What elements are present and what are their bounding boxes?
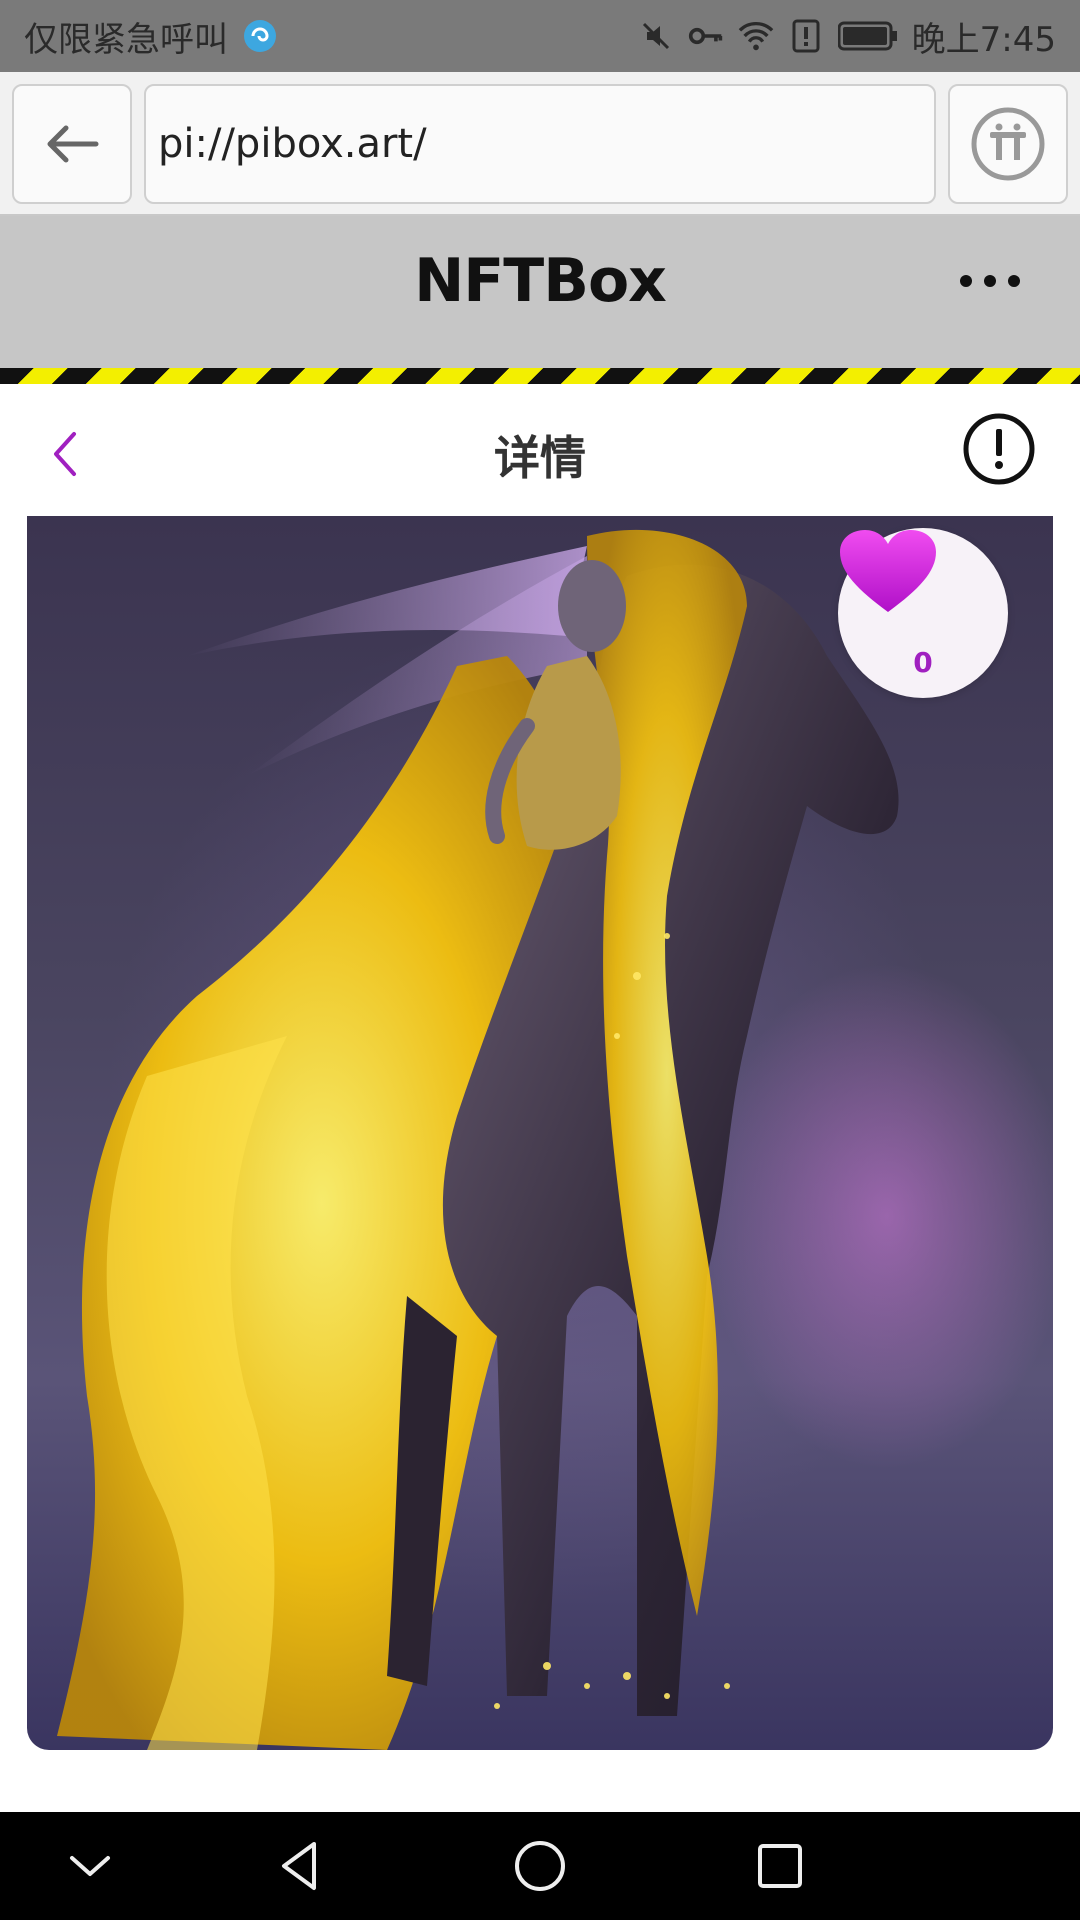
nav-recents-button[interactable] xyxy=(750,1836,810,1896)
like-button[interactable]: 0 xyxy=(838,528,1008,698)
pi-browser-button[interactable] xyxy=(948,84,1068,204)
battery-icon xyxy=(837,18,898,54)
status-bar: 仅限紧急呼叫 晚上7:45 xyxy=(0,0,1080,72)
home-icon xyxy=(515,1841,565,1891)
browser-back-button[interactable] xyxy=(12,84,132,204)
status-right: 晚上7:45 xyxy=(638,12,1056,61)
back-icon xyxy=(282,1842,316,1890)
browser-bar: pi://pibox.art/ xyxy=(0,72,1080,216)
like-count: 0 xyxy=(913,646,933,679)
url-bar[interactable]: pi://pibox.art/ xyxy=(144,84,936,204)
pi-logo-icon xyxy=(971,107,1045,181)
url-text: pi://pibox.art/ xyxy=(158,121,427,167)
collapse-icon xyxy=(70,1856,110,1876)
mute-icon xyxy=(638,18,674,54)
artwork-illustration xyxy=(57,529,899,1750)
dot xyxy=(1008,275,1020,287)
dot xyxy=(984,275,996,287)
clock: 晚上7:45 xyxy=(911,19,1056,60)
heart-icon xyxy=(840,530,936,612)
key-icon xyxy=(688,18,724,54)
wifi-icon xyxy=(738,18,774,54)
dot xyxy=(960,275,972,287)
hazard-stripe xyxy=(0,368,1080,384)
android-nav-bar xyxy=(0,1812,1080,1920)
nav-back-button[interactable] xyxy=(270,1836,330,1896)
arrow-left-icon xyxy=(47,125,99,163)
detail-header: 详情 xyxy=(0,384,1080,516)
collapse-button[interactable] xyxy=(60,1836,120,1896)
app-title: NFTBox xyxy=(414,246,667,316)
alert-icon xyxy=(788,18,824,54)
info-circle-icon xyxy=(963,413,1035,485)
nav-home-button[interactable] xyxy=(510,1836,570,1896)
nft-artwork[interactable]: 0 xyxy=(27,516,1053,1750)
recents-icon xyxy=(758,1844,802,1888)
info-button[interactable] xyxy=(962,412,1036,486)
app-header: NFTBox xyxy=(0,216,1080,368)
assistant-icon xyxy=(242,18,278,54)
status-left: 仅限紧急呼叫 xyxy=(24,12,278,61)
more-dots-icon[interactable] xyxy=(960,266,1020,296)
detail-title: 详情 xyxy=(494,431,586,485)
carrier-text: 仅限紧急呼叫 xyxy=(24,19,228,60)
